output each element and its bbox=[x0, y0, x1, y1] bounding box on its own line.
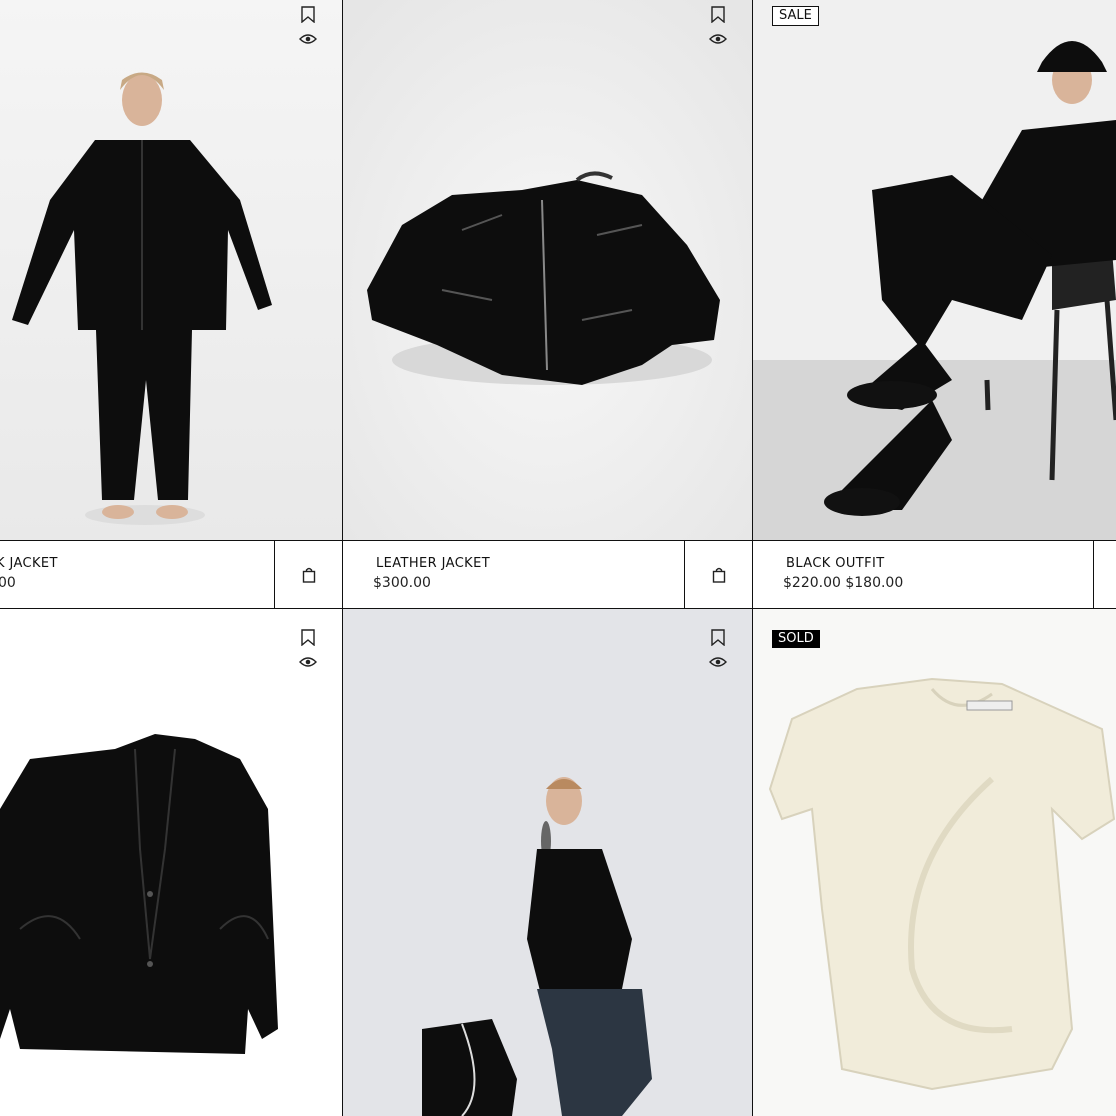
product-info-2: LEATHER JACKET $300.00 bbox=[342, 541, 752, 608]
quick-view-button-4[interactable] bbox=[298, 652, 318, 672]
add-to-cart-button-3[interactable] bbox=[1093, 541, 1116, 608]
eye-icon bbox=[709, 657, 727, 667]
product-grid: K JACKET 00 LEATHER JACKET $300.00 SALE … bbox=[0, 0, 1116, 1116]
quick-view-button-5[interactable] bbox=[708, 652, 728, 672]
bookmark-icon bbox=[301, 5, 315, 23]
eye-icon bbox=[299, 657, 317, 667]
product-image-5[interactable] bbox=[342, 609, 752, 1116]
grid-divider-horizontal-2 bbox=[0, 608, 1116, 609]
add-to-cart-button-1[interactable] bbox=[274, 541, 342, 608]
product-image-4[interactable] bbox=[0, 609, 342, 1116]
product-card-3[interactable]: SALE BLACK OUTFIT $220.00 $180.00 bbox=[752, 0, 1116, 608]
wishlist-button-5[interactable] bbox=[708, 627, 728, 647]
sold-badge: SOLD bbox=[772, 630, 820, 648]
bookmark-icon bbox=[301, 628, 315, 646]
grid-divider-horizontal-1 bbox=[0, 540, 1116, 541]
product-price-2: $300.00 bbox=[373, 575, 431, 591]
product-card-5[interactable] bbox=[342, 609, 752, 1116]
bookmark-icon bbox=[711, 628, 725, 646]
shopping-bag-icon bbox=[302, 567, 315, 583]
grid-divider-vertical-1 bbox=[342, 0, 343, 1116]
eye-icon bbox=[709, 34, 727, 44]
bookmark-icon bbox=[711, 5, 725, 23]
product-name-3[interactable]: BLACK OUTFIT bbox=[786, 556, 885, 571]
product-image-2[interactable] bbox=[342, 0, 752, 540]
product-card-1[interactable]: K JACKET 00 bbox=[0, 0, 342, 608]
grid-divider-vertical-2 bbox=[752, 0, 753, 1116]
eye-icon bbox=[299, 34, 317, 44]
product-price-1: 00 bbox=[0, 575, 16, 591]
add-to-cart-button-2[interactable] bbox=[684, 541, 752, 608]
product-info-1: K JACKET 00 bbox=[0, 541, 342, 608]
product-image-3[interactable] bbox=[752, 0, 1116, 540]
wishlist-button-4[interactable] bbox=[298, 627, 318, 647]
product-name-2[interactable]: LEATHER JACKET bbox=[376, 556, 490, 571]
quick-view-button-2[interactable] bbox=[708, 29, 728, 49]
shopping-bag-icon bbox=[712, 567, 725, 583]
product-image-6[interactable] bbox=[752, 609, 1116, 1116]
wishlist-button-1[interactable] bbox=[298, 4, 318, 24]
product-card-2[interactable]: LEATHER JACKET $300.00 bbox=[342, 0, 752, 608]
product-price-3: $220.00 $180.00 bbox=[783, 575, 904, 591]
sale-badge: SALE bbox=[772, 6, 819, 26]
product-name-1[interactable]: K JACKET bbox=[0, 556, 58, 571]
product-image-1[interactable] bbox=[0, 0, 342, 540]
quick-view-button-1[interactable] bbox=[298, 29, 318, 49]
wishlist-button-2[interactable] bbox=[708, 4, 728, 24]
product-card-6[interactable]: SOLD bbox=[752, 609, 1116, 1116]
product-card-4[interactable] bbox=[0, 609, 342, 1116]
product-info-3: BLACK OUTFIT $220.00 $180.00 bbox=[752, 541, 1116, 608]
